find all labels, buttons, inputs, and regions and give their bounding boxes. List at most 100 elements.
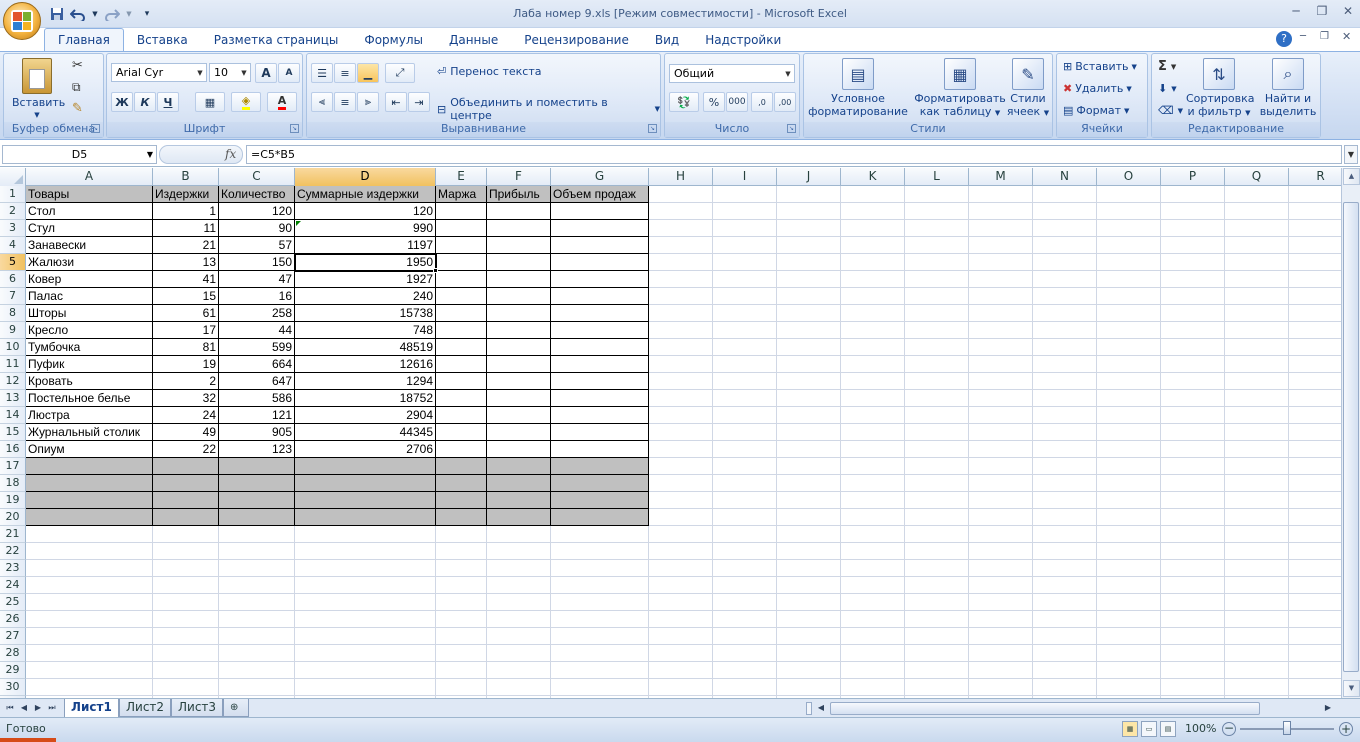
ribbon-restore-icon[interactable]: ❐ <box>1320 31 1329 42</box>
thousands-button[interactable]: 000 <box>726 92 748 112</box>
cell-a10[interactable]: Тумбочка <box>26 339 153 356</box>
cell-g15[interactable] <box>551 424 649 441</box>
normal-view-icon[interactable]: ▦ <box>1122 721 1138 737</box>
paste-button[interactable]: Вставить ▼ <box>12 58 65 122</box>
cell-i4[interactable] <box>713 237 777 254</box>
cell-e19[interactable] <box>436 492 487 509</box>
cell-i20[interactable] <box>713 509 777 526</box>
cell-q23[interactable] <box>1225 560 1289 577</box>
cell-k3[interactable] <box>841 220 905 237</box>
cell-c9[interactable]: 44 <box>219 322 295 339</box>
cell-m20[interactable] <box>969 509 1033 526</box>
cell-a15[interactable]: Журнальный столик <box>26 424 153 441</box>
next-sheet-icon[interactable]: ▶ <box>32 701 44 715</box>
cell-d5[interactable]: 1950 <box>295 254 436 271</box>
cell-c13[interactable]: 586 <box>219 390 295 407</box>
cell-d2[interactable]: 120 <box>295 203 436 220</box>
cell-h17[interactable] <box>649 458 713 475</box>
column-header-j[interactable]: J <box>777 168 841 186</box>
cell-e8[interactable] <box>436 305 487 322</box>
cell-m3[interactable] <box>969 220 1033 237</box>
cell-f19[interactable] <box>487 492 551 509</box>
dialog-launcher-icon[interactable]: ↘ <box>290 124 299 133</box>
cell-q20[interactable] <box>1225 509 1289 526</box>
cell-o5[interactable] <box>1097 254 1161 271</box>
cell-h12[interactable] <box>649 373 713 390</box>
sheet-tab-1[interactable]: Лист1 <box>64 699 119 718</box>
cell-a28[interactable] <box>26 645 153 662</box>
cell-o9[interactable] <box>1097 322 1161 339</box>
cell-h19[interactable] <box>649 492 713 509</box>
cell-h24[interactable] <box>649 577 713 594</box>
cell-r11[interactable] <box>1289 356 1341 373</box>
cell-h22[interactable] <box>649 543 713 560</box>
cell-k27[interactable] <box>841 628 905 645</box>
column-header-b[interactable]: B <box>153 168 219 186</box>
cell-k24[interactable] <box>841 577 905 594</box>
cell-p12[interactable] <box>1161 373 1225 390</box>
cell-d6[interactable]: 1927 <box>295 271 436 288</box>
sort-filter-button[interactable]: ⇅ Сортировка и фильтр ▼ <box>1186 58 1255 120</box>
cell-i16[interactable] <box>713 441 777 458</box>
cell-c10[interactable]: 599 <box>219 339 295 356</box>
cell-g26[interactable] <box>551 611 649 628</box>
cell-r18[interactable] <box>1289 475 1341 492</box>
cell-d17[interactable] <box>295 458 436 475</box>
cell-f9[interactable] <box>487 322 551 339</box>
cell-o20[interactable] <box>1097 509 1161 526</box>
cell-r6[interactable] <box>1289 271 1341 288</box>
cell-c28[interactable] <box>219 645 295 662</box>
cell-o6[interactable] <box>1097 271 1161 288</box>
cell-m13[interactable] <box>969 390 1033 407</box>
cell-g12[interactable] <box>551 373 649 390</box>
cell-a13[interactable]: Постельное белье <box>26 390 153 407</box>
cell-h10[interactable] <box>649 339 713 356</box>
tab-formulas[interactable]: Формулы <box>351 29 436 51</box>
cell-g19[interactable] <box>551 492 649 509</box>
tab-review[interactable]: Рецензирование <box>511 29 642 51</box>
cell-j20[interactable] <box>777 509 841 526</box>
prev-sheet-icon[interactable]: ◀ <box>18 701 30 715</box>
format-cells-button[interactable]: ▤ Формат ▼ <box>1063 104 1129 117</box>
workbook-close-icon[interactable]: ✕ <box>1342 30 1351 43</box>
row-header-3[interactable]: 3 <box>0 220 26 237</box>
cell-h21[interactable] <box>649 526 713 543</box>
cell-d8[interactable]: 15738 <box>295 305 436 322</box>
cell-r20[interactable] <box>1289 509 1341 526</box>
fill-handle[interactable] <box>433 268 438 273</box>
cell-e30[interactable] <box>436 679 487 696</box>
cell-r8[interactable] <box>1289 305 1341 322</box>
cell-g11[interactable] <box>551 356 649 373</box>
percent-button[interactable]: % <box>703 92 725 112</box>
vertical-scroll-thumb[interactable] <box>1343 202 1359 672</box>
italic-button[interactable]: К <box>134 92 156 112</box>
cell-g25[interactable] <box>551 594 649 611</box>
cell-m1[interactable] <box>969 186 1033 203</box>
horizontal-scroll-thumb[interactable] <box>830 702 1260 715</box>
cell-r29[interactable] <box>1289 662 1341 679</box>
cell-n2[interactable] <box>1033 203 1097 220</box>
cell-k28[interactable] <box>841 645 905 662</box>
autosum-button[interactable]: Σ ▼ <box>1158 59 1176 74</box>
cell-i10[interactable] <box>713 339 777 356</box>
cell-f13[interactable] <box>487 390 551 407</box>
cell-g21[interactable] <box>551 526 649 543</box>
increase-decimal-button[interactable]: ,0 <box>751 92 773 112</box>
cell-l26[interactable] <box>905 611 969 628</box>
cell-e1[interactable]: Маржа <box>436 186 487 203</box>
cell-h2[interactable] <box>649 203 713 220</box>
row-header-22[interactable]: 22 <box>0 543 26 560</box>
cell-e24[interactable] <box>436 577 487 594</box>
sheet-tab-2[interactable]: Лист2 <box>119 699 172 717</box>
cell-m28[interactable] <box>969 645 1033 662</box>
cell-j21[interactable] <box>777 526 841 543</box>
cell-j1[interactable] <box>777 186 841 203</box>
cell-g10[interactable] <box>551 339 649 356</box>
cell-j24[interactable] <box>777 577 841 594</box>
cell-m25[interactable] <box>969 594 1033 611</box>
cell-o11[interactable] <box>1097 356 1161 373</box>
cell-e22[interactable] <box>436 543 487 560</box>
cell-g14[interactable] <box>551 407 649 424</box>
cell-q24[interactable] <box>1225 577 1289 594</box>
cell-i6[interactable] <box>713 271 777 288</box>
